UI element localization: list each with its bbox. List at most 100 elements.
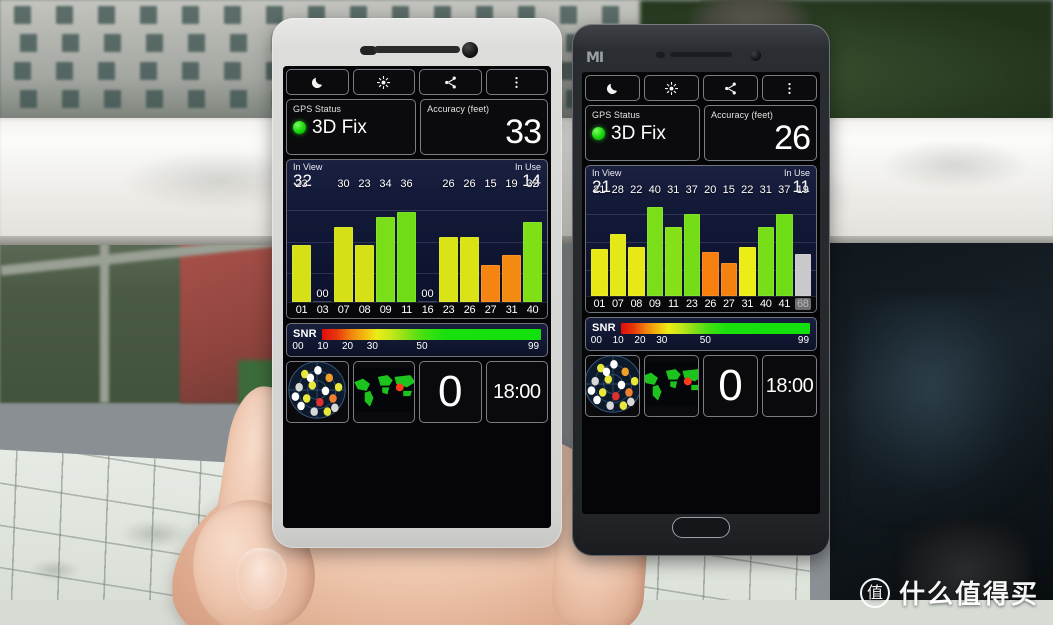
building-window xyxy=(146,90,163,108)
sky-view-button[interactable] xyxy=(585,355,640,418)
bar-value-label: 37 xyxy=(778,184,791,197)
bar-value-label: 40 xyxy=(648,184,661,197)
bar xyxy=(313,301,332,303)
building-window xyxy=(146,34,163,52)
axis-tick: 09 xyxy=(649,298,661,311)
bar xyxy=(776,214,793,297)
speed-value: 0 xyxy=(718,361,743,411)
gps-status-card[interactable]: GPS Status 3D Fix xyxy=(286,99,417,155)
bar-item: 34 xyxy=(376,178,395,303)
bar xyxy=(702,252,719,297)
axis-tick: 27 xyxy=(484,304,497,317)
share-icon-button[interactable] xyxy=(419,69,482,95)
bar-value-label: 31 xyxy=(759,184,772,197)
glass-reflection xyxy=(855,300,1045,520)
accuracy-card[interactable]: Accuracy (feet) 26 xyxy=(703,105,817,161)
speed-button[interactable]: 0 xyxy=(419,361,482,424)
axis-tick: 01 xyxy=(295,304,308,317)
snr-label: SNR xyxy=(293,328,317,341)
bar-value-label: 20 xyxy=(704,184,717,197)
building-window xyxy=(182,62,199,80)
status-row: GPS Status 3D Fix Accuracy (feet) 26 xyxy=(585,105,817,161)
bar-item: 23 xyxy=(355,178,374,303)
map-button[interactable] xyxy=(644,355,699,418)
overflow-menu-icon-button[interactable] xyxy=(485,69,548,95)
night-mode-icon-button[interactable] xyxy=(585,75,640,101)
toolbar xyxy=(286,69,548,95)
accuracy-card[interactable]: Accuracy (feet) 33 xyxy=(420,99,548,155)
satellite-axis: 01 07 08 09 11 23 26 27 31 40 41 68 xyxy=(586,296,816,313)
brightness-icon xyxy=(664,81,679,96)
clock-button[interactable]: 18:00 xyxy=(762,355,817,418)
background-path-vertical xyxy=(100,243,109,403)
fix-indicator-icon xyxy=(293,121,306,134)
bar-value-label: 19 xyxy=(796,184,809,197)
bar xyxy=(292,245,311,303)
bar-value-label: 19 xyxy=(505,178,518,191)
bar-value-label: 22 xyxy=(630,184,643,197)
bar xyxy=(460,237,479,303)
bar-value-label: 23 xyxy=(358,178,371,191)
snr-tick: 20 xyxy=(341,341,354,353)
watermark: 值 什么值得买 xyxy=(859,574,1039,611)
map-button[interactable] xyxy=(352,361,415,424)
clock-value: 18:00 xyxy=(492,381,541,404)
snr-tick: 99 xyxy=(527,341,540,353)
bar xyxy=(355,245,374,303)
bar-item: 26 xyxy=(439,178,458,303)
bar-item: 36 xyxy=(397,178,416,303)
bar-item: 23 xyxy=(292,178,311,303)
clock-value: 18:00 xyxy=(765,375,814,398)
accuracy-value: 33 xyxy=(505,113,542,151)
bar-value-label: 23 xyxy=(295,178,308,191)
satellite-chart-panel[interactable]: In View 21 In Use 11 21 28 22 40 31 37 20 15 22 31 37 1… xyxy=(585,165,817,314)
screenshot-scene: MI GPS Status 3D Fix Accuracy (feet) 26 In V… xyxy=(0,0,1053,625)
phone-left-screen[interactable]: GPS Status 3D Fix Accuracy (feet) 33 In View… xyxy=(283,66,551,528)
phone-right-screen[interactable]: GPS Status 3D Fix Accuracy (feet) 26 In View… xyxy=(582,72,820,514)
axis-tick: 07 xyxy=(612,298,624,311)
bar-item: 31 xyxy=(757,184,774,297)
axis-tick: 07 xyxy=(337,304,350,317)
share-icon-button[interactable] xyxy=(703,75,758,101)
speed-value: 0 xyxy=(438,367,463,417)
satellite-chart-panel[interactable]: In View 32 In Use 14 23 00 30 23 34 36 00 26 26 15 19 3… xyxy=(286,159,548,320)
bar xyxy=(683,214,700,297)
building-window xyxy=(14,6,31,24)
axis-tick: 27 xyxy=(723,298,735,311)
bottom-nav: 0 18:00 xyxy=(585,355,817,418)
axis-tick: 09 xyxy=(379,304,392,317)
bar-item: 32 xyxy=(523,178,542,303)
speed-button[interactable]: 0 xyxy=(703,355,758,418)
sky-view-button[interactable] xyxy=(286,361,349,424)
bar-value-label: 26 xyxy=(442,178,455,191)
home-button[interactable] xyxy=(672,517,730,538)
axis-tick: 40 xyxy=(760,298,772,311)
snr-tick: 50 xyxy=(699,335,711,347)
mi-brand-logo: MI xyxy=(586,50,604,66)
bar xyxy=(794,254,811,297)
share-icon xyxy=(723,81,738,96)
phone-right: MI GPS Status 3D Fix Accuracy (feet) 26 In V… xyxy=(572,24,830,556)
axis-tick: 01 xyxy=(593,298,606,311)
gps-status-app-right: GPS Status 3D Fix Accuracy (feet) 26 In View… xyxy=(582,72,820,514)
snr-gradient-bar xyxy=(620,322,810,334)
bar-value-label: 30 xyxy=(337,178,350,191)
proximity-sensor xyxy=(656,52,665,58)
gps-status-card[interactable]: GPS Status 3D Fix xyxy=(585,105,700,161)
clock-button[interactable]: 18:00 xyxy=(485,361,548,424)
building-window xyxy=(224,6,241,24)
satellite-bars: 23 00 30 23 34 36 00 26 26 15 19 32 xyxy=(287,178,547,303)
bar xyxy=(481,265,500,303)
snr-tick: 99 xyxy=(797,335,810,347)
snr-label: SNR xyxy=(592,322,616,335)
overflow-menu-icon-button[interactable] xyxy=(762,75,817,101)
snr-legend-panel: SNR 00 10 20 30 50 99 xyxy=(286,323,548,358)
brightness-icon-button[interactable] xyxy=(352,69,415,95)
night-mode-icon-button[interactable] xyxy=(286,69,349,95)
front-camera xyxy=(462,42,478,58)
bar xyxy=(502,255,521,303)
axis-tick: 16 xyxy=(421,304,434,317)
status-row: GPS Status 3D Fix Accuracy (feet) 33 xyxy=(286,99,548,155)
night-mode-icon xyxy=(605,81,620,96)
brightness-icon-button[interactable] xyxy=(644,75,699,101)
